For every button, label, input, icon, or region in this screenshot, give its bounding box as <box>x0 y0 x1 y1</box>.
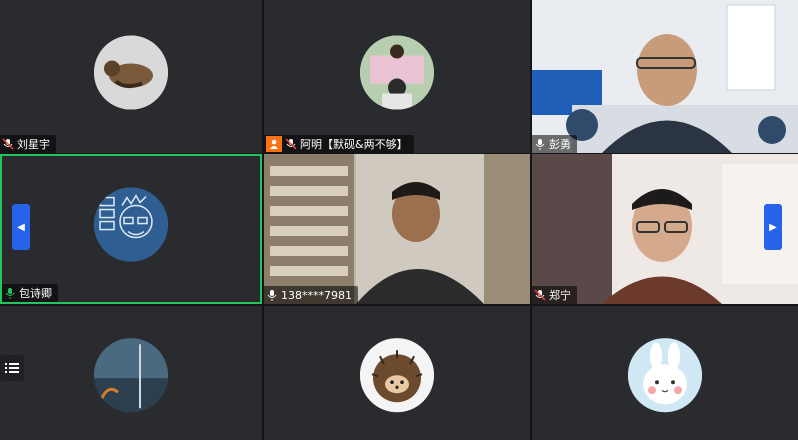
participant-name: 刘星宇 <box>17 138 50 151</box>
nameplate: 彭勇 <box>532 135 577 153</box>
participant-tile-6[interactable]: ▶ 郑宁 <box>532 154 798 304</box>
mic-on-icon <box>534 138 546 150</box>
participant-tile-1[interactable]: 刘星宇 <box>0 0 262 153</box>
video-grid: 刘星宇 阿明【默砚&两不够】 彭勇 ◀ 包诗卿 138****7981 ▶ 郑宁 <box>0 0 798 440</box>
participant-tile-4[interactable]: ◀ 包诗卿 <box>0 154 262 304</box>
next-page-button[interactable]: ▶ <box>764 204 782 250</box>
mic-muted-icon <box>285 138 297 150</box>
chevron-left-icon: ◀ <box>17 221 25 233</box>
nameplate: 阿明【默砚&两不够】 <box>264 135 414 153</box>
participant-tile-2[interactable]: 阿明【默砚&两不够】 <box>264 0 530 153</box>
nameplate: 刘星宇 <box>0 135 56 153</box>
participant-name: 阿明【默砚&两不够】 <box>300 138 408 151</box>
prev-page-button[interactable]: ◀ <box>12 204 30 250</box>
participant-name: 彭勇 <box>549 138 571 151</box>
mic-on-icon <box>266 289 278 301</box>
nameplate: 郑宁 <box>532 286 577 304</box>
participant-tile-3[interactable]: 彭勇 <box>532 0 798 153</box>
video-feed <box>532 0 798 153</box>
nameplate: 包诗卿 <box>2 284 58 302</box>
mic-muted-icon <box>2 138 14 150</box>
list-icon <box>5 359 19 378</box>
participant-tile-8[interactable] <box>264 306 530 440</box>
host-icon <box>266 136 282 152</box>
mic-active-icon <box>4 287 16 299</box>
avatar-scenery <box>94 338 168 413</box>
avatar-hedgehog <box>360 338 434 413</box>
video-feed <box>532 154 798 304</box>
avatar-photo <box>360 35 434 110</box>
avatar-drawing <box>94 187 168 262</box>
participant-tile-7[interactable] <box>0 306 262 440</box>
participant-name: 138****7981 <box>281 288 352 302</box>
participant-tile-5[interactable]: 138****7981 <box>264 154 530 304</box>
video-feed <box>264 154 530 304</box>
participant-name: 包诗卿 <box>19 287 52 300</box>
mic-muted-icon <box>534 289 546 301</box>
participant-name: 郑宁 <box>549 289 571 302</box>
participant-tile-9[interactable] <box>532 306 798 440</box>
avatar-cat <box>94 35 168 110</box>
avatar-rabbit <box>628 338 702 413</box>
participant-list-button[interactable] <box>0 355 24 381</box>
nameplate: 138****7981 <box>264 286 358 304</box>
chevron-right-icon: ▶ <box>769 221 777 233</box>
